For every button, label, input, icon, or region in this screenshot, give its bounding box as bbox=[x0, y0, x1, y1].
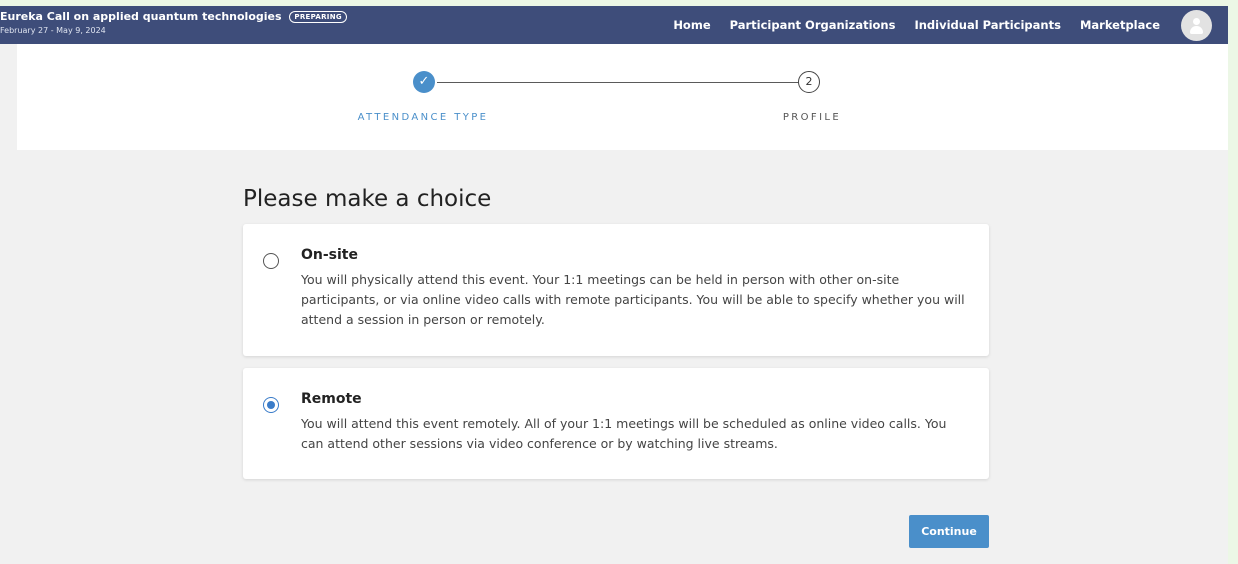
step-number-2[interactable]: 2 bbox=[798, 71, 820, 93]
continue-button[interactable]: Continue bbox=[909, 515, 989, 548]
nav-marketplace[interactable]: Marketplace bbox=[1080, 18, 1160, 32]
user-icon bbox=[1193, 18, 1200, 25]
event-title[interactable]: Eureka Call on applied quantum technolog… bbox=[0, 10, 347, 23]
option-description-remote: You will attend this event remotely. All… bbox=[301, 416, 947, 451]
nav-individual-participants[interactable]: Individual Participants bbox=[914, 18, 1060, 32]
radio-remote[interactable] bbox=[263, 397, 279, 413]
step-completed-check-icon[interactable]: ✓ bbox=[413, 71, 435, 93]
stepper: ✓ 2 ATTENDANCE TYPE PROFILE bbox=[17, 44, 1228, 150]
avatar[interactable] bbox=[1181, 10, 1212, 41]
nav-participant-organizations[interactable]: Participant Organizations bbox=[730, 18, 896, 32]
option-card-on-site[interactable]: On-site You will physically attend this … bbox=[243, 224, 989, 356]
main-nav: Home Participant Organizations Individua… bbox=[673, 6, 1160, 44]
nav-home[interactable]: Home bbox=[673, 18, 710, 32]
status-badge: PREPARING bbox=[289, 11, 347, 23]
page-heading: Please make a choice bbox=[243, 186, 492, 212]
option-title-remote: Remote bbox=[301, 391, 362, 407]
stepper-connector bbox=[437, 82, 813, 83]
app-frame: Eureka Call on applied quantum technolog… bbox=[0, 6, 1228, 564]
step-label-profile: PROFILE bbox=[782, 112, 842, 123]
option-card-remote[interactable]: Remote You will attend this event remote… bbox=[243, 368, 989, 479]
event-dates: February 27 - May 9, 2024 bbox=[0, 26, 106, 35]
event-title-text: Eureka Call on applied quantum technolog… bbox=[0, 10, 282, 23]
option-title-on-site: On-site bbox=[301, 247, 358, 263]
top-navbar: Eureka Call on applied quantum technolog… bbox=[0, 6, 1228, 44]
option-description-on-site: You will physically attend this event. Y… bbox=[301, 272, 965, 327]
step-label-attendance-type: ATTENDANCE TYPE bbox=[357, 112, 489, 123]
radio-on-site[interactable] bbox=[263, 253, 279, 269]
